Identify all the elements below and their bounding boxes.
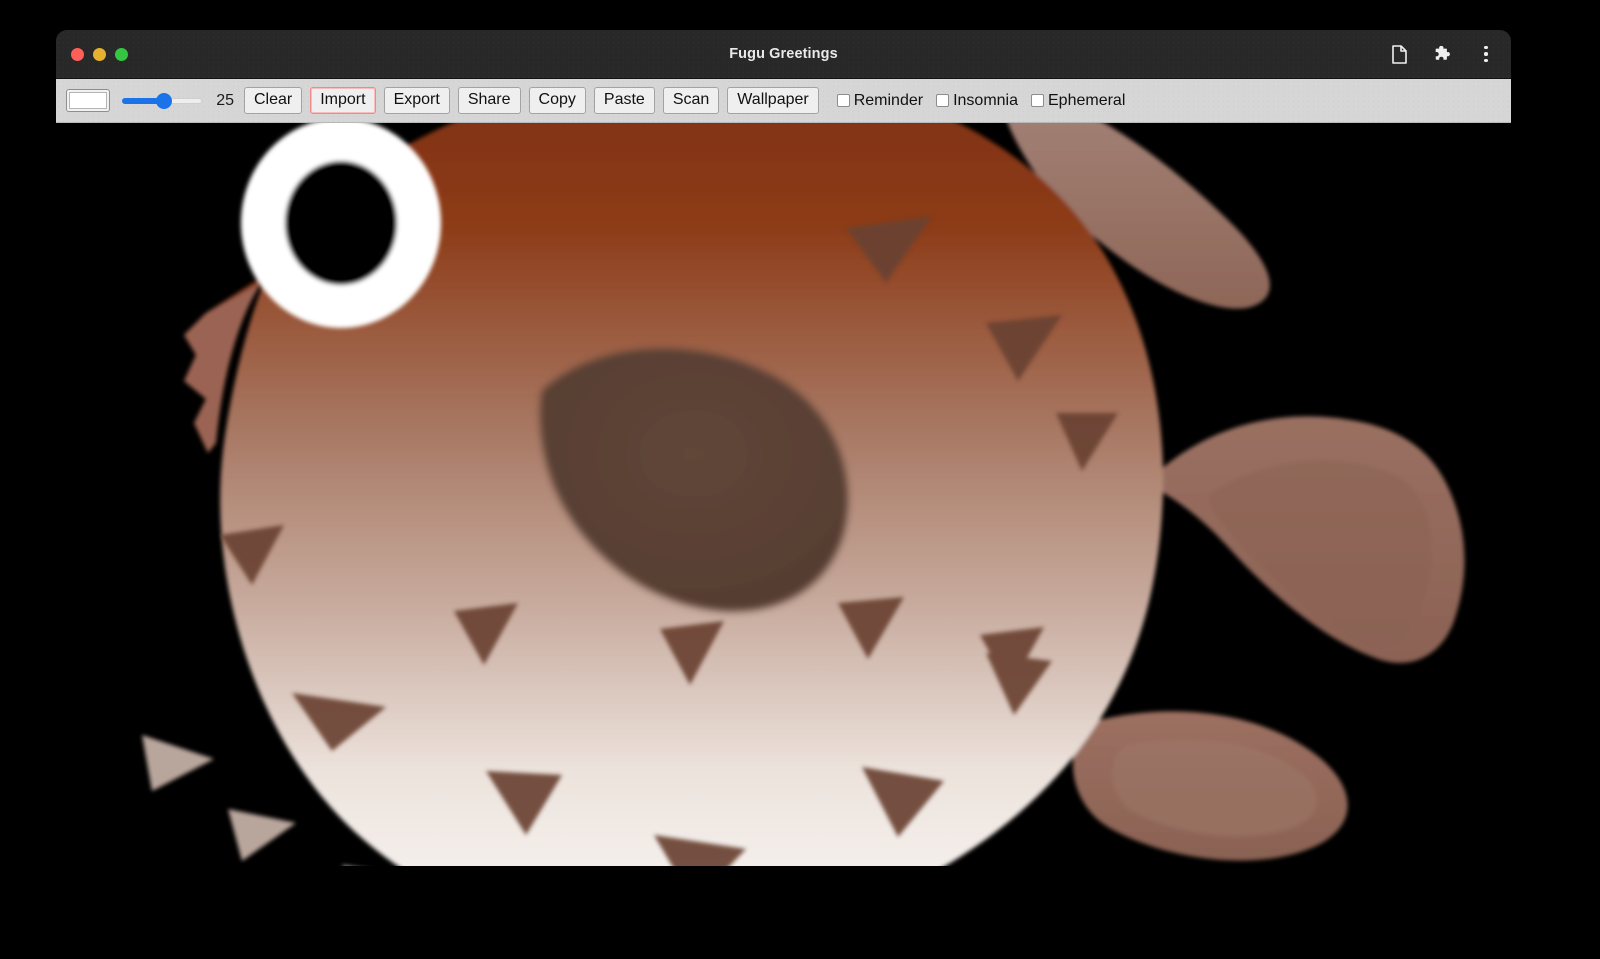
slider-thumb[interactable] — [156, 93, 172, 109]
checkbox-group: Reminder Insomnia Ephemeral — [837, 92, 1126, 110]
ephemeral-checkbox[interactable] — [1031, 94, 1044, 107]
size-slider[interactable] — [122, 91, 202, 111]
close-button[interactable] — [71, 48, 84, 61]
ephemeral-label: Ephemeral — [1048, 92, 1125, 110]
wallpaper-button[interactable]: Wallpaper — [727, 87, 818, 114]
document-icon[interactable] — [1389, 44, 1409, 64]
insomnia-label: Insomnia — [953, 92, 1018, 110]
title-bar: Fugu Greetings — [56, 30, 1511, 79]
ephemeral-checkbox-item[interactable]: Ephemeral — [1031, 92, 1125, 110]
copy-button[interactable]: Copy — [529, 87, 586, 114]
insomnia-checkbox[interactable] — [936, 94, 949, 107]
export-button[interactable]: Export — [384, 87, 450, 114]
color-picker-input[interactable] — [66, 89, 110, 112]
toolbar: 25 Clear Import Export Share Copy Paste … — [56, 79, 1511, 123]
reminder-label: Reminder — [854, 92, 923, 110]
minimize-button[interactable] — [93, 48, 106, 61]
slider-value-label: 25 — [212, 92, 234, 110]
paste-button[interactable]: Paste — [594, 87, 655, 114]
title-bar-actions — [1389, 30, 1495, 78]
traffic-light-group — [71, 48, 128, 61]
clear-button[interactable]: Clear — [244, 87, 302, 114]
reminder-checkbox-item[interactable]: Reminder — [837, 92, 923, 110]
import-button[interactable]: Import — [310, 87, 375, 114]
scan-button[interactable]: Scan — [663, 87, 719, 114]
puzzle-piece-icon[interactable] — [1433, 44, 1453, 64]
maximize-button[interactable] — [115, 48, 128, 61]
insomnia-checkbox-item[interactable]: Insomnia — [936, 92, 1018, 110]
drawing-canvas[interactable] — [56, 123, 1511, 866]
kebab-menu-icon[interactable] — [1477, 44, 1495, 64]
app-window: Fugu Greetings — [56, 30, 1511, 866]
window-title: Fugu Greetings — [56, 46, 1511, 62]
screen-root: Fugu Greetings — [0, 0, 1600, 959]
reminder-checkbox[interactable] — [837, 94, 850, 107]
share-button[interactable]: Share — [458, 87, 521, 114]
